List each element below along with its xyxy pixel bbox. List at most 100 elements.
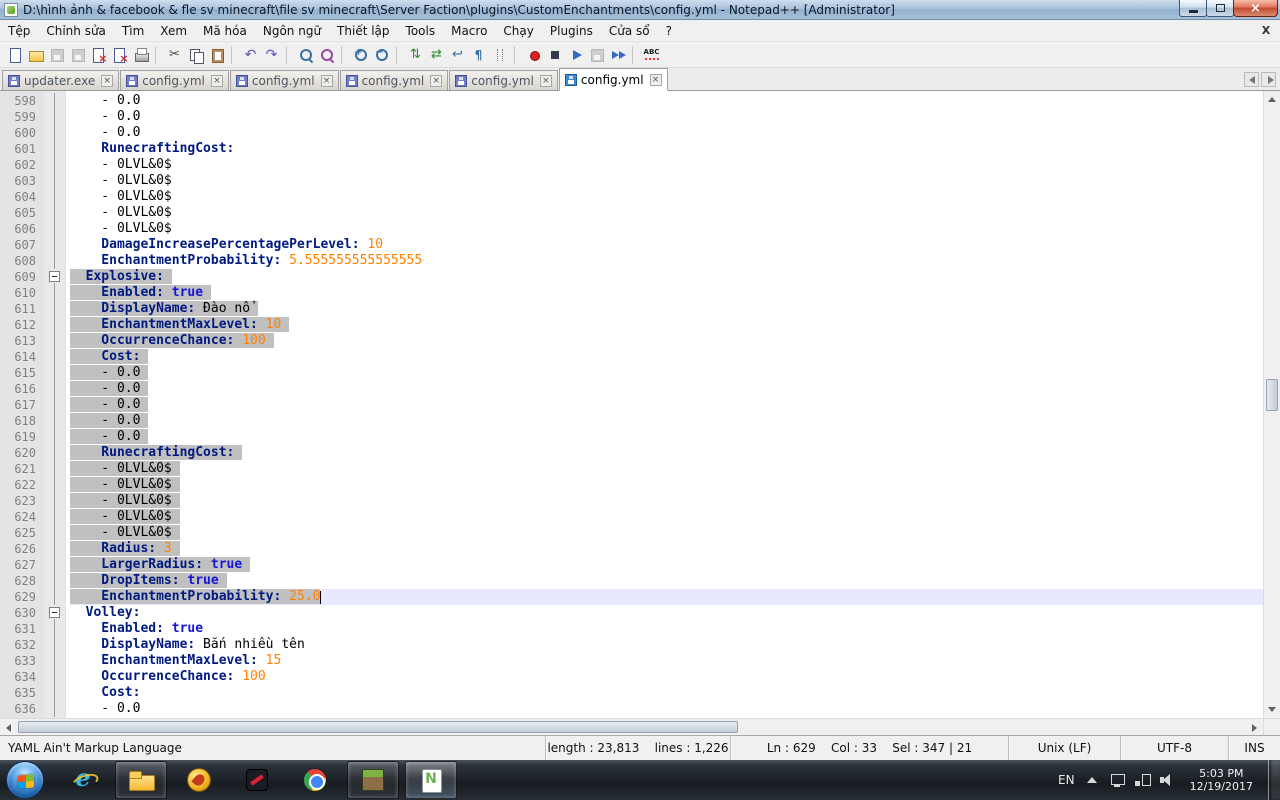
status-eol-format[interactable]: Unix (LF) [1008, 736, 1120, 760]
cut-button[interactable] [164, 44, 185, 65]
spell-check-button[interactable] [641, 44, 662, 65]
code-line[interactable]: - 0.0 [70, 125, 1263, 141]
code-line[interactable]: Cost: [70, 349, 1263, 365]
close-document-button[interactable]: X [1258, 24, 1280, 37]
garena-taskbar-button[interactable] [173, 761, 225, 799]
code-line[interactable]: Radius: 3 [70, 541, 1263, 557]
copy-button[interactable] [185, 44, 206, 65]
menu-item-m-h-a[interactable]: Mã hóa [195, 21, 255, 41]
sync-vertical-button[interactable] [405, 44, 426, 65]
close-button[interactable]: × [1233, 0, 1278, 17]
redo-button[interactable] [261, 44, 282, 65]
code-line[interactable]: DisplayName: Đào nổ [70, 301, 1263, 317]
tab-4[interactable]: config.yml× [449, 70, 558, 90]
start-button[interactable] [6, 761, 44, 799]
network-tray-icon[interactable] [1134, 772, 1150, 788]
paste-button[interactable] [206, 44, 227, 65]
line-number[interactable]: 602 [0, 157, 44, 173]
code-line[interactable]: OccurrenceChance: 100 [70, 669, 1263, 685]
zoom-in-button[interactable] [350, 44, 371, 65]
notepad-plus-plus-taskbar-button[interactable] [405, 761, 457, 799]
code-line[interactable]: - 0.0 [70, 365, 1263, 381]
close-file-button[interactable] [88, 44, 109, 65]
zoom-out-button[interactable] [371, 44, 392, 65]
tab-close-icon[interactable]: × [321, 75, 333, 87]
windows-explorer-taskbar-button[interactable] [115, 761, 167, 799]
code-line[interactable]: Enabled: true [70, 621, 1263, 637]
code-line[interactable]: DropItems: true [70, 573, 1263, 589]
tab-close-icon[interactable]: × [211, 75, 223, 87]
line-number[interactable]: 614 [0, 349, 44, 365]
code-line[interactable]: - 0LVL&0$ [70, 189, 1263, 205]
line-number[interactable]: 616 [0, 381, 44, 397]
line-number[interactable]: 618 [0, 413, 44, 429]
menu-item-c-a-s-[interactable]: Cửa sổ [601, 21, 658, 41]
code-line[interactable]: RunecraftingCost: [70, 141, 1263, 157]
code-line[interactable]: - 0LVL&0$ [70, 157, 1263, 173]
code-line[interactable]: - 0LVL&0$ [70, 205, 1263, 221]
minimize-button[interactable] [1179, 0, 1207, 17]
vertical-scrollbar[interactable] [1263, 91, 1280, 718]
code-line[interactable]: - 0LVL&0$ [70, 477, 1263, 493]
line-number[interactable]: 627 [0, 557, 44, 573]
menu-item-plugins[interactable]: Plugins [542, 21, 601, 41]
line-number[interactable]: 605 [0, 205, 44, 221]
run-macro-multiple-button[interactable] [607, 44, 628, 65]
minecraft-taskbar-button[interactable] [347, 761, 399, 799]
code-line[interactable]: - 0.0 [70, 93, 1263, 109]
open-file-button[interactable] [25, 44, 46, 65]
fold-cell[interactable] [44, 605, 65, 621]
play-macro-button[interactable] [565, 44, 586, 65]
fold-open-icon[interactable] [49, 271, 60, 282]
word-wrap-button[interactable] [447, 44, 468, 65]
tab-close-icon[interactable]: × [101, 75, 113, 87]
horizontal-scrollbar[interactable] [0, 719, 1263, 735]
indent-guide-button[interactable] [489, 44, 510, 65]
code-line[interactable]: Cost: [70, 685, 1263, 701]
line-number[interactable]: 600 [0, 125, 44, 141]
line-number[interactable]: 629 [0, 589, 44, 605]
code-line[interactable]: EnchantmentProbability: 25.0 [70, 589, 1263, 605]
code-line[interactable]: - 0.0 [70, 397, 1263, 413]
tab-close-icon[interactable]: × [650, 74, 662, 86]
line-number[interactable]: 606 [0, 221, 44, 237]
tab-3[interactable]: config.yml× [340, 70, 449, 90]
line-number[interactable]: 611 [0, 301, 44, 317]
status-encoding[interactable]: UTF-8 [1120, 736, 1228, 760]
line-number[interactable]: 598 [0, 93, 44, 109]
code-line[interactable]: RunecraftingCost: [70, 445, 1263, 461]
tab-scroll-right-icon[interactable] [1261, 72, 1276, 87]
code-line[interactable]: - 0LVL&0$ [70, 221, 1263, 237]
display-tray-icon[interactable] [1109, 772, 1125, 788]
fold-open-icon[interactable] [49, 607, 60, 618]
line-number[interactable]: 603 [0, 173, 44, 189]
code-line[interactable]: - 0.0 [70, 413, 1263, 429]
tab-0[interactable]: updater.exe× [2, 70, 119, 90]
line-number[interactable]: 635 [0, 685, 44, 701]
line-number[interactable]: 615 [0, 365, 44, 381]
line-number[interactable]: 620 [0, 445, 44, 461]
menu-item-ng-n-ng-[interactable]: Ngôn ngữ [255, 21, 329, 41]
game-taskbar-button[interactable] [231, 761, 283, 799]
status-insert-mode[interactable]: INS [1228, 736, 1280, 760]
scroll-down-icon[interactable] [1264, 701, 1280, 718]
line-number[interactable]: 630 [0, 605, 44, 621]
line-number[interactable]: 617 [0, 397, 44, 413]
code-line[interactable]: - 0.0 [70, 701, 1263, 717]
replace-button[interactable] [316, 44, 337, 65]
code-line[interactable]: - 0LVL&0$ [70, 493, 1263, 509]
line-number[interactable]: 626 [0, 541, 44, 557]
line-number[interactable]: 622 [0, 477, 44, 493]
line-number[interactable]: 631 [0, 621, 44, 637]
tab-close-icon[interactable]: × [540, 75, 552, 87]
line-number[interactable]: 632 [0, 637, 44, 653]
horizontal-scrollbar-thumb[interactable] [18, 721, 738, 733]
scroll-left-icon[interactable] [0, 719, 17, 736]
record-macro-button[interactable] [523, 44, 544, 65]
code-line[interactable]: EnchantmentMaxLevel: 15 [70, 653, 1263, 669]
hidden-icons-button[interactable] [1084, 772, 1100, 788]
print-button[interactable] [130, 44, 151, 65]
line-number[interactable]: 599 [0, 109, 44, 125]
line-number[interactable]: 621 [0, 461, 44, 477]
maximize-button[interactable] [1206, 0, 1234, 17]
